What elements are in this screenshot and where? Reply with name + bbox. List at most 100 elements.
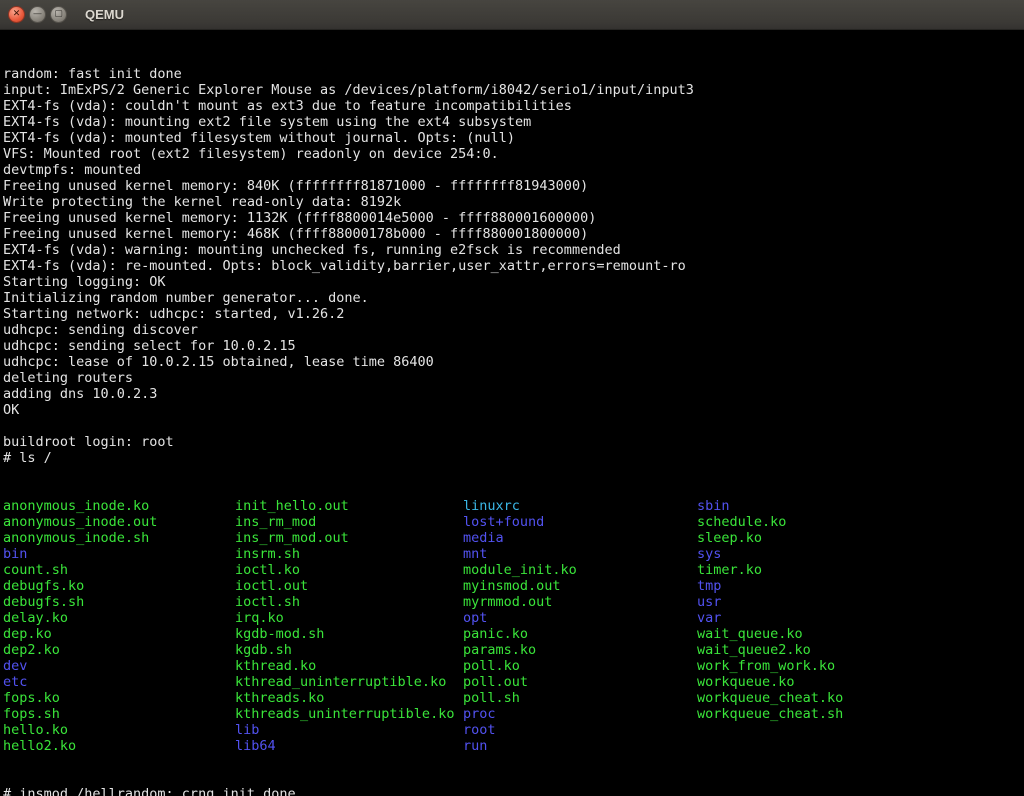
terminal-line: adding dns 10.0.2.3 <box>3 386 1024 402</box>
terminal-line: Freeing unused kernel memory: 840K (ffff… <box>3 178 1024 194</box>
ls-entry: hello.ko <box>3 722 235 738</box>
minimize-button[interactable]: — <box>29 6 46 23</box>
ls-entry: timer.ko <box>697 562 1024 578</box>
ls-entry: mnt <box>463 546 697 562</box>
ls-entry: debugfs.sh <box>3 594 235 610</box>
ls-entry: run <box>463 738 697 754</box>
ls-entry: params.ko <box>463 642 697 658</box>
ls-entry: panic.ko <box>463 626 697 642</box>
ls-entry: proc <box>463 706 697 722</box>
ls-entry: kthreads_uninterruptible.ko <box>235 706 463 722</box>
ls-entry: lost+found <box>463 514 697 530</box>
ls-entry: dev <box>3 658 235 674</box>
ls-entry: schedule.ko <box>697 514 1024 530</box>
ls-entry: workqueue_cheat.ko <box>697 690 1024 706</box>
maximize-button[interactable]: ▢ <box>50 6 67 23</box>
close-icon: ✕ <box>13 10 21 19</box>
close-button[interactable]: ✕ <box>8 6 25 23</box>
ls-entry: usr <box>697 594 1024 610</box>
ls-entry: wait_queue2.ko <box>697 642 1024 658</box>
ls-entry: lib <box>235 722 463 738</box>
ls-entry: poll.ko <box>463 658 697 674</box>
terminal-line: EXT4-fs (vda): re-mounted. Opts: block_v… <box>3 258 1024 274</box>
ls-entry: myrmmod.out <box>463 594 697 610</box>
terminal-line: # insmod /hellrandom: crng init done <box>3 786 1024 796</box>
ls-entry: anonymous_inode.ko <box>3 498 235 514</box>
ls-entry: workqueue.ko <box>697 674 1024 690</box>
ls-entry: kthreads.ko <box>235 690 463 706</box>
ls-entry: poll.out <box>463 674 697 690</box>
ls-entry: count.sh <box>3 562 235 578</box>
ls-entry: kgdb-mod.sh <box>235 626 463 642</box>
ls-entry: insrm.sh <box>235 546 463 562</box>
window-title: QEMU <box>85 7 124 22</box>
ls-entry: tmp <box>697 578 1024 594</box>
terminal-line: Initializing random number generator... … <box>3 290 1024 306</box>
terminal-line: EXT4-fs (vda): mounting ext2 file system… <box>3 114 1024 130</box>
ls-entry: opt <box>463 610 697 626</box>
ls-entry: dep.ko <box>3 626 235 642</box>
shell-log: # insmod /hellrandom: crng init done# in… <box>3 786 1024 796</box>
terminal-line: # ls / <box>3 450 1024 466</box>
ls-entry: anonymous_inode.sh <box>3 530 235 546</box>
terminal-line: udhcpc: sending discover <box>3 322 1024 338</box>
ls-entry: sys <box>697 546 1024 562</box>
ls-entry: etc <box>3 674 235 690</box>
terminal-line: udhcpc: lease of 10.0.2.15 obtained, lea… <box>3 354 1024 370</box>
terminal-line: EXT4-fs (vda): warning: mounting uncheck… <box>3 242 1024 258</box>
ls-entry: var <box>697 610 1024 626</box>
ls-entry: fops.ko <box>3 690 235 706</box>
ls-entry: fops.sh <box>3 706 235 722</box>
terminal-screen[interactable]: random: fast init doneinput: ImExPS/2 Ge… <box>0 30 1024 796</box>
ls-entry: ioctl.out <box>235 578 463 594</box>
ls-entry: delay.ko <box>3 610 235 626</box>
terminal-line: OK <box>3 402 1024 418</box>
terminal-line: Starting logging: OK <box>3 274 1024 290</box>
ls-entry: root <box>463 722 697 738</box>
ls-entry: media <box>463 530 697 546</box>
ls-entry: anonymous_inode.out <box>3 514 235 530</box>
terminal-line: deleting routers <box>3 370 1024 386</box>
ls-entry: debugfs.ko <box>3 578 235 594</box>
terminal-line: Write protecting the kernel read-only da… <box>3 194 1024 210</box>
ls-entry: ins_rm_mod <box>235 514 463 530</box>
ls-empty-cell <box>697 722 1024 738</box>
ls-entry: module_init.ko <box>463 562 697 578</box>
ls-entry: kthread_uninterruptible.ko <box>235 674 463 690</box>
minimize-icon: — <box>33 10 42 19</box>
ls-listing: anonymous_inode.koinit_hello.outlinuxrcs… <box>3 498 1024 754</box>
titlebar[interactable]: ✕ — ▢ QEMU <box>0 0 1024 30</box>
ls-entry: work_from_work.ko <box>697 658 1024 674</box>
ls-entry: bin <box>3 546 235 562</box>
terminal-line: random: fast init done <box>3 66 1024 82</box>
ls-entry: hello2.ko <box>3 738 235 754</box>
ls-entry: wait_queue.ko <box>697 626 1024 642</box>
ls-entry: sbin <box>697 498 1024 514</box>
terminal-line: buildroot login: root <box>3 434 1024 450</box>
terminal-line: udhcpc: sending select for 10.0.2.15 <box>3 338 1024 354</box>
ls-entry: sleep.ko <box>697 530 1024 546</box>
terminal-line: input: ImExPS/2 Generic Explorer Mouse a… <box>3 82 1024 98</box>
maximize-icon: ▢ <box>54 10 63 19</box>
ls-entry: workqueue_cheat.sh <box>697 706 1024 722</box>
terminal-line <box>3 418 1024 434</box>
ls-entry: myinsmod.out <box>463 578 697 594</box>
ls-entry: irq.ko <box>235 610 463 626</box>
ls-entry: ins_rm_mod.out <box>235 530 463 546</box>
ls-entry: linuxrc <box>463 498 697 514</box>
terminal-line: Freeing unused kernel memory: 1132K (fff… <box>3 210 1024 226</box>
terminal-line: EXT4-fs (vda): couldn't mount as ext3 du… <box>3 98 1024 114</box>
terminal-line: devtmpfs: mounted <box>3 162 1024 178</box>
ls-entry: ioctl.ko <box>235 562 463 578</box>
ls-empty-cell <box>697 738 1024 754</box>
ls-entry: kgdb.sh <box>235 642 463 658</box>
boot-log: random: fast init doneinput: ImExPS/2 Ge… <box>3 66 1024 466</box>
qemu-window: ✕ — ▢ QEMU random: fast init doneinput: … <box>0 0 1024 796</box>
ls-entry: ioctl.sh <box>235 594 463 610</box>
ls-entry: poll.sh <box>463 690 697 706</box>
terminal-line: EXT4-fs (vda): mounted filesystem withou… <box>3 130 1024 146</box>
ls-entry: kthread.ko <box>235 658 463 674</box>
ls-entry: init_hello.out <box>235 498 463 514</box>
terminal-line: Starting network: udhcpc: started, v1.26… <box>3 306 1024 322</box>
terminal-line: Freeing unused kernel memory: 468K (ffff… <box>3 226 1024 242</box>
